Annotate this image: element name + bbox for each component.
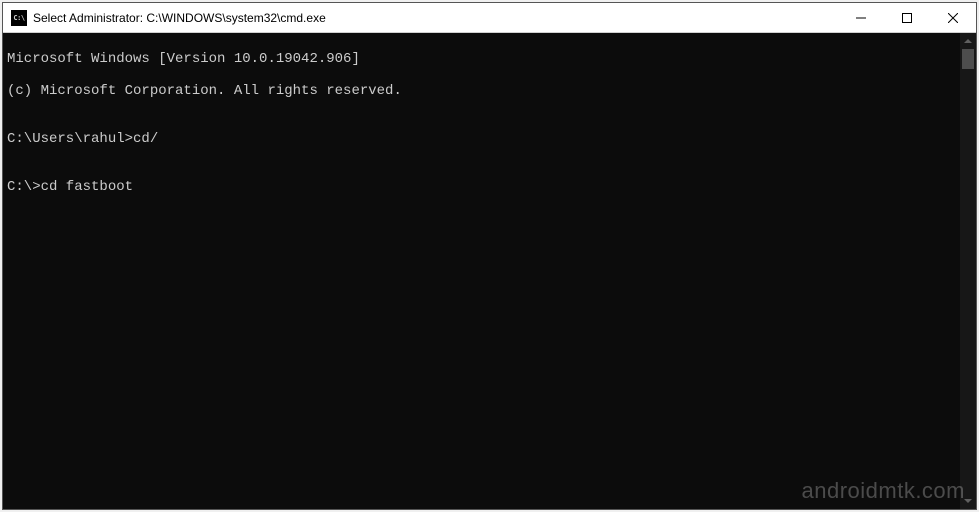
close-button[interactable] (930, 3, 976, 32)
terminal-line: C:\>cd fastboot (7, 179, 956, 195)
terminal-area[interactable]: Microsoft Windows [Version 10.0.19042.90… (3, 33, 976, 509)
maximize-icon (902, 13, 912, 23)
terminal-line: (c) Microsoft Corporation. All rights re… (7, 83, 956, 99)
maximize-button[interactable] (884, 3, 930, 32)
cmd-icon: C:\ (11, 10, 27, 26)
window-title: Select Administrator: C:\WINDOWS\system3… (33, 11, 838, 25)
scrollbar-down-arrow-icon[interactable] (960, 493, 976, 509)
close-icon (948, 13, 958, 23)
window-controls (838, 3, 976, 32)
terminal-line: C:\Users\rahul>cd/ (7, 131, 956, 147)
scrollbar-up-arrow-icon[interactable] (960, 33, 976, 49)
terminal-line: Microsoft Windows [Version 10.0.19042.90… (7, 51, 956, 67)
cmd-window: C:\ Select Administrator: C:\WINDOWS\sys… (2, 2, 977, 510)
minimize-icon (856, 13, 866, 23)
terminal-content[interactable]: Microsoft Windows [Version 10.0.19042.90… (3, 33, 960, 509)
scrollbar[interactable] (960, 33, 976, 509)
titlebar[interactable]: C:\ Select Administrator: C:\WINDOWS\sys… (3, 3, 976, 33)
minimize-button[interactable] (838, 3, 884, 32)
scrollbar-thumb[interactable] (962, 49, 974, 69)
